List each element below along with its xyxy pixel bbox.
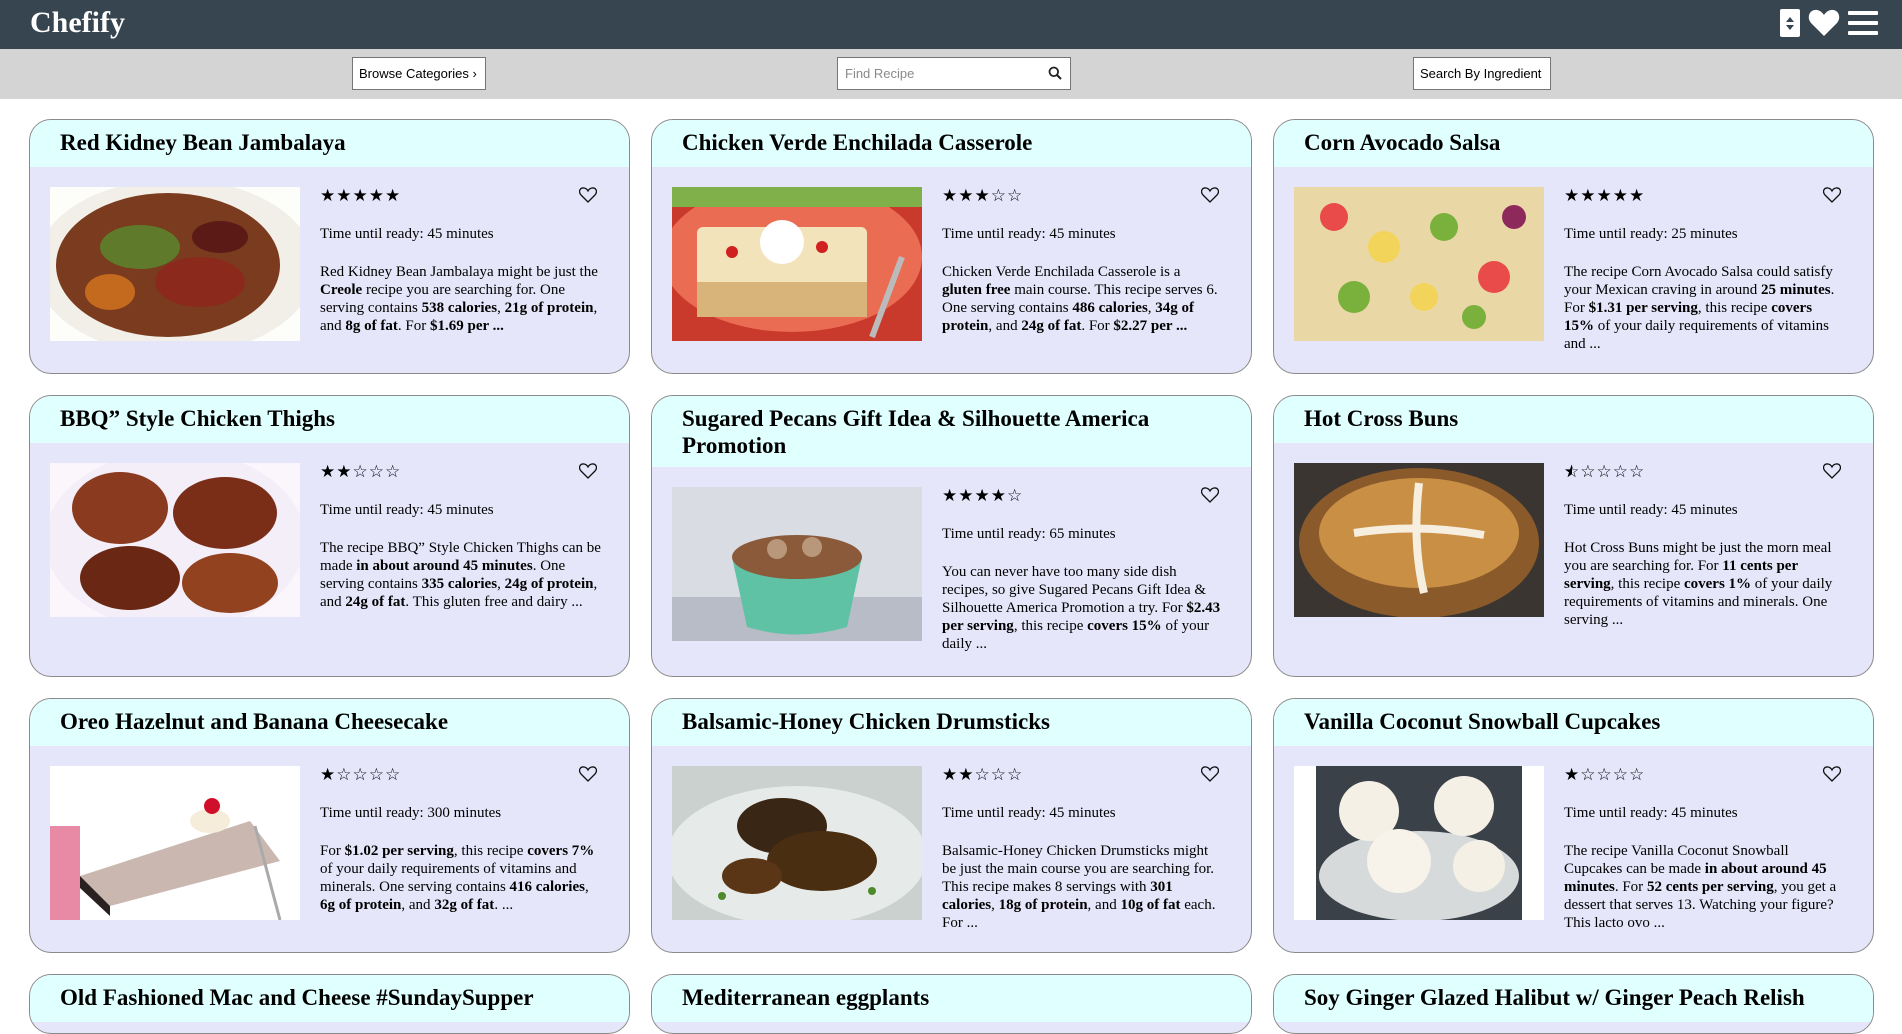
ready-time: Time until ready: 25 minutes <box>1564 226 1738 242</box>
star-rating: ★★☆☆☆ <box>320 462 402 482</box>
recipe-summary: Red Kidney Bean Jambalaya might be just … <box>320 264 598 334</box>
recipe-summary: The recipe Corn Avocado Salsa could sati… <box>1564 264 1835 352</box>
favorites-heart-icon[interactable] <box>1808 9 1840 37</box>
recipe-card[interactable]: Mediterranean eggplants <box>651 974 1252 1034</box>
recipe-card[interactable]: Old Fashioned Mac and Cheese #SundaySupp… <box>29 974 630 1034</box>
search-icon[interactable] <box>1048 66 1062 85</box>
favorite-heart-icon[interactable] <box>1822 766 1842 787</box>
recipe-summary: Chicken Verde Enchilada Casserole is a g… <box>942 264 1218 334</box>
ready-time: Time until ready: 45 minutes <box>942 805 1116 821</box>
top-navbar: Chefify <box>0 0 1902 49</box>
recipe-title[interactable]: Chicken Verde Enchilada Casserole <box>652 120 1251 167</box>
app-logo[interactable]: Chefify <box>30 6 125 40</box>
star-rating: ★☆☆☆☆ <box>320 765 402 785</box>
recipe-title[interactable]: Hot Cross Buns <box>1274 396 1873 443</box>
favorite-heart-icon[interactable] <box>1822 463 1842 484</box>
recipe-card[interactable]: Oreo Hazelnut and Banana Cheesecake ★☆☆☆☆… <box>29 698 630 953</box>
recipe-card[interactable]: Hot Cross Buns ★☆☆☆☆☆ Time until ready: 45… <box>1273 395 1874 677</box>
favorite-heart-icon[interactable] <box>578 766 598 787</box>
recipe-summary: You can never have too many side dish re… <box>942 564 1221 652</box>
recipe-summary: The recipe BBQ” Style Chicken Thighs can… <box>320 540 601 610</box>
recipe-card[interactable]: Balsamic-Honey Chicken Drumsticks ★★☆☆☆ Ti… <box>651 698 1252 953</box>
recipe-image[interactable] <box>672 487 922 641</box>
recipe-title[interactable]: Balsamic-Honey Chicken Drumsticks <box>652 699 1251 746</box>
recipe-image[interactable] <box>50 766 300 920</box>
search-by-ingredient-button[interactable]: Search By Ingredient <box>1413 57 1551 90</box>
ready-time: Time until ready: 45 minutes <box>1564 502 1738 518</box>
recipe-card[interactable]: Red Kidney Bean Jambalaya ★★★★★ Time until… <box>29 119 630 374</box>
recipe-card[interactable]: Soy Ginger Glazed Halibut w/ Ginger Peac… <box>1273 974 1874 1034</box>
recipe-image[interactable] <box>672 187 922 341</box>
recipe-image[interactable] <box>1294 766 1544 920</box>
recipe-grid: Red Kidney Bean Jambalaya ★★★★★ Time until… <box>29 119 1877 1034</box>
star-rating: ★☆☆☆☆☆ <box>1564 462 1646 482</box>
recipe-image[interactable] <box>50 463 300 617</box>
find-recipe-input[interactable] <box>838 58 1038 89</box>
favorite-heart-icon[interactable] <box>1200 487 1220 508</box>
star-rating: ★★★☆☆ <box>942 186 1024 206</box>
recipe-title[interactable]: Corn Avocado Salsa <box>1274 120 1873 167</box>
recipe-summary: Hot Cross Buns might be just the morn me… <box>1564 540 1833 628</box>
favorite-heart-icon[interactable] <box>578 463 598 484</box>
recipe-title[interactable]: BBQ” Style Chicken Thighs <box>30 396 629 443</box>
ready-time: Time until ready: 300 minutes <box>320 805 502 821</box>
star-rating: ★☆☆☆☆ <box>1564 765 1646 785</box>
favorite-heart-icon[interactable] <box>578 187 598 208</box>
star-rating: ★★☆☆☆ <box>942 765 1024 785</box>
browse-categories-button[interactable]: Browse Categories › <box>352 57 486 90</box>
recipe-search-box <box>837 57 1071 90</box>
top-icons <box>1780 9 1878 37</box>
recipe-card[interactable]: Vanilla Coconut Snowball Cupcakes ★☆☆☆☆ Ti… <box>1273 698 1874 953</box>
ready-time: Time until ready: 45 minutes <box>320 502 494 518</box>
search-toolbar: Browse Categories › Search By Ingredient <box>0 49 1902 99</box>
ready-time: Time until ready: 45 minutes <box>942 226 1116 242</box>
favorite-heart-icon[interactable] <box>1200 187 1220 208</box>
sort-icon[interactable] <box>1780 9 1800 37</box>
recipe-summary: Balsamic-Honey Chicken Drumsticks might … <box>942 843 1216 931</box>
recipe-image[interactable] <box>50 187 300 341</box>
ready-time: Time until ready: 45 minutes <box>1564 805 1738 821</box>
favorite-heart-icon[interactable] <box>1200 766 1220 787</box>
recipe-card[interactable]: Chicken Verde Enchilada Casserole ★★★☆☆ Ti… <box>651 119 1252 374</box>
recipe-image[interactable] <box>1294 463 1544 617</box>
recipe-card[interactable]: Corn Avocado Salsa ★★★★★ Time until ready:… <box>1273 119 1874 374</box>
recipe-image[interactable] <box>672 766 922 920</box>
ready-time: Time until ready: 45 minutes <box>320 226 494 242</box>
favorite-heart-icon[interactable] <box>1822 187 1842 208</box>
recipe-card[interactable]: BBQ” Style Chicken Thighs ★★☆☆☆ Time until… <box>29 395 630 677</box>
hamburger-menu-icon[interactable] <box>1848 10 1878 36</box>
recipe-card[interactable]: Sugared Pecans Gift Idea & Silhouette Am… <box>651 395 1252 677</box>
recipe-image[interactable] <box>1294 187 1544 341</box>
star-rating: ★★★★★ <box>1564 186 1646 206</box>
ready-time: Time until ready: 65 minutes <box>942 526 1116 542</box>
recipe-summary: For $1.02 per serving, this recipe cover… <box>320 843 595 913</box>
star-rating: ★★★★★ <box>320 186 402 206</box>
recipe-title[interactable]: Sugared Pecans Gift Idea & Silhouette Am… <box>652 396 1251 467</box>
star-rating: ★★★★☆ <box>942 486 1024 506</box>
recipe-title[interactable]: Vanilla Coconut Snowball Cupcakes <box>1274 699 1873 746</box>
recipe-title[interactable]: Red Kidney Bean Jambalaya <box>30 120 629 167</box>
recipe-title[interactable]: Oreo Hazelnut and Banana Cheesecake <box>30 699 629 746</box>
recipe-summary: The recipe Vanilla Coconut Snowball Cupc… <box>1564 843 1837 931</box>
